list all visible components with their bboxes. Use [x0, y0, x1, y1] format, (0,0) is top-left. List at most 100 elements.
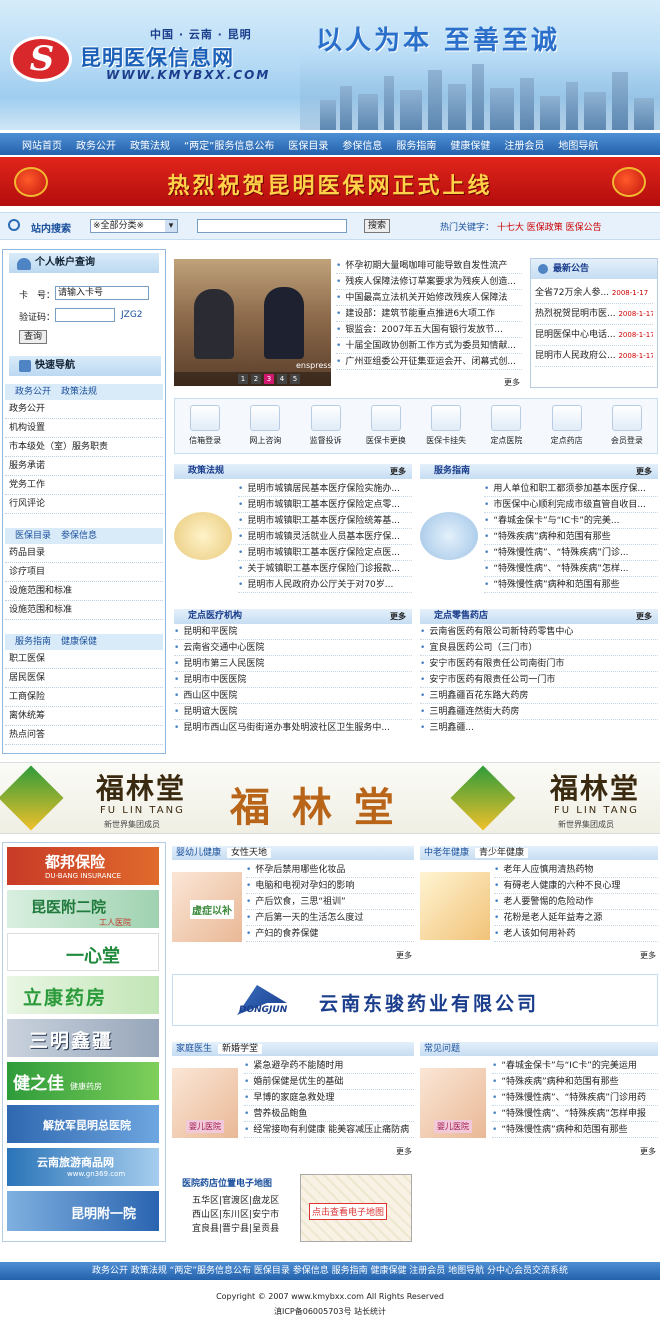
nav-map[interactable]: 地图导航 — [558, 137, 598, 152]
policy-item[interactable]: 昆明市城镇职工基本医疗保险定点医... — [238, 545, 412, 561]
pharmacy-item[interactable]: 云南省医药有限公司新特药零售中心 — [420, 624, 658, 640]
guide-item[interactable]: “特殊疾病”病种和范围有那些 — [484, 529, 658, 545]
footer-nav[interactable]: 政务公开 政策法规 “两定”服务信息公布 医保目录 参保信息 服务指南 健康保健… — [0, 1262, 660, 1280]
partner-ad[interactable]: 昆医附二院 工人医院 — [7, 890, 159, 928]
hot-keyword[interactable]: 医保政策 — [527, 223, 563, 233]
slide-dot[interactable]: 4 — [277, 374, 287, 384]
tab-guide[interactable]: 服务指南 — [15, 637, 51, 647]
service-card-lost[interactable]: 医保卡挂失 — [419, 405, 473, 446]
pharmacy-item[interactable]: 三明鑫疆百花东路大药房 — [420, 688, 658, 704]
family-item[interactable]: 经常接吻有利健康 能美容减压止痛防病 — [244, 1122, 414, 1138]
tab-infant[interactable]: 婴幼儿健康 — [176, 848, 221, 858]
news-item[interactable]: 十届全国政协创新工作方式为委员知情献... — [336, 338, 522, 354]
partner-ad[interactable]: 一心堂 — [7, 933, 159, 971]
nav-register[interactable]: 注册会员 — [504, 137, 544, 152]
news-item[interactable]: 中国最高立法机关开始修改残疾人保障法 — [336, 290, 522, 306]
news-slideshow[interactable]: enspress 1 2 3 4 5 — [174, 259, 332, 386]
slide-dot-active[interactable]: 3 — [264, 374, 274, 384]
sidebar-item[interactable]: 热点问答 — [5, 726, 163, 745]
icp-info[interactable]: 滇ICP备06005703号 站长统计 — [0, 1306, 660, 1317]
fulintang-ad[interactable]: 福林堂 FU LIN TANG 新世界集团成员 福 林 堂 福林堂 FU LIN… — [0, 762, 660, 834]
nav-gov[interactable]: 政务公开 — [76, 137, 116, 152]
tab-elder[interactable]: 中老年健康 — [424, 848, 469, 858]
nav-service-info[interactable]: “两定”服务信息公布 — [184, 137, 274, 152]
partner-ad[interactable]: 健之佳 健康药房 — [7, 1062, 159, 1100]
sidebar-item[interactable]: 服务承诺 — [5, 457, 163, 476]
hospital-item[interactable]: 昆明市西山区马街街道办事处明波社区卫生服务中... — [174, 720, 412, 735]
tab-catalog[interactable]: 医保目录 — [15, 531, 51, 541]
hospital-item[interactable]: 昆明谊大医院 — [174, 704, 412, 720]
notice-item[interactable]: 全省72万余人参... 2008-1-17 — [535, 283, 653, 304]
tab-youth[interactable]: 青少年健康 — [475, 848, 529, 858]
family-item[interactable]: 婚前保健是优生的基础 — [244, 1074, 414, 1090]
sidebar-item[interactable]: 工商保险 — [5, 688, 163, 707]
slide-dot[interactable]: 5 — [290, 374, 300, 384]
policy-item[interactable]: 昆明市城镇居民基本医疗保险实施办... — [238, 481, 412, 497]
district-row[interactable]: 宜良县|晋宁县|呈贡县 — [192, 1222, 279, 1236]
guide-item[interactable]: “春城金保卡”与“IC卡”的完美... — [484, 513, 658, 529]
sidebar-item[interactable]: 政务公开 — [5, 400, 163, 419]
policy-item[interactable]: 昆明市城镇职工基本医疗保险定点零... — [238, 497, 412, 513]
query-button[interactable]: 查询 — [19, 330, 47, 344]
service-hospital[interactable]: 定点医院 — [479, 405, 533, 446]
partner-ad[interactable]: 都邦保险 DU-BANG INSURANCE — [7, 847, 159, 885]
nav-guide[interactable]: 服务指南 — [396, 137, 436, 152]
district-row[interactable]: 西山区|东川区|安宁市 — [192, 1208, 279, 1222]
policy-item[interactable]: 昆明市城镇灵活就业人员基本医疗保... — [238, 529, 412, 545]
tab-faq[interactable]: 常见问题 — [424, 1044, 460, 1054]
hot-keyword[interactable]: 医保公告 — [566, 223, 602, 233]
nav-health[interactable]: 健康保健 — [450, 137, 490, 152]
women-item[interactable]: 电脑和电视对孕妇的影响 — [246, 878, 414, 894]
hospital-more-link[interactable]: 更多 — [390, 609, 406, 624]
guide-item[interactable]: 用人单位和职工都须参加基本医疗保... — [484, 481, 658, 497]
elder-item[interactable]: 老年人应慎用清热药物 — [494, 862, 658, 878]
news-item[interactable]: 建设部：建筑节能重点推进6大项工作 — [336, 306, 522, 322]
map-thumbnail[interactable]: 点击查看电子地图 — [300, 1174, 412, 1242]
slide-dot[interactable]: 1 — [238, 374, 248, 384]
district-row[interactable]: 五华区|官渡区|盘龙区 — [192, 1194, 279, 1208]
notice-item[interactable]: 热烈祝贺昆明市医... 2008-1-17 — [535, 304, 653, 325]
tab-insured[interactable]: 参保信息 — [61, 531, 97, 541]
news-item[interactable]: 银监会：2007年五大国有银行发放节... — [336, 322, 522, 338]
pharmacy-more-link[interactable]: 更多 — [636, 609, 652, 624]
guide-item[interactable]: “特殊慢性病”病种和范围有那些 — [484, 577, 658, 593]
tab-health[interactable]: 健康保健 — [61, 637, 97, 647]
guide-more-link[interactable]: 更多 — [636, 464, 652, 479]
women-item[interactable]: 产后饮食，三思“祖训” — [246, 894, 414, 910]
policy-item[interactable]: 关于城镇职工基本医疗保险门诊报款... — [238, 561, 412, 577]
search-button[interactable]: 搜索 — [364, 219, 390, 233]
service-pharmacy[interactable]: 定点药店 — [540, 405, 594, 446]
sidebar-item[interactable]: 设施范围和标准 — [5, 582, 163, 601]
faq-more-link[interactable]: 更多 — [640, 1146, 656, 1157]
dongjun-ad[interactable]: DONGJUN 云南东骏药业有限公司 — [172, 974, 658, 1026]
guide-item[interactable]: “特殊慢性病”、“特殊疾病”门诊... — [484, 545, 658, 561]
elder-item[interactable]: 老人要警惕的危险动作 — [494, 894, 658, 910]
slide-dot[interactable]: 2 — [251, 374, 261, 384]
sidebar-item[interactable]: 设施范围和标准 — [5, 601, 163, 620]
tab-family[interactable]: 家庭医生 — [176, 1044, 212, 1054]
service-complaint[interactable]: 监督投诉 — [299, 405, 353, 446]
partner-ad[interactable]: 云南旅游商品网 www.gn369.com — [7, 1148, 159, 1186]
sidebar-item[interactable]: 机构设置 — [5, 419, 163, 438]
women-item[interactable]: 产妇的食养保健 — [246, 926, 414, 942]
service-card-replace[interactable]: 医保卡更换 — [359, 405, 413, 446]
tab-newlywed[interactable]: 新婚学堂 — [218, 1044, 263, 1054]
category-select[interactable]: ※全部分类※ ▾ — [90, 219, 178, 233]
faq-item[interactable]: “特殊慢性病”病种和范围有那些 — [492, 1122, 658, 1138]
elder-item[interactable]: 有碍老人健康的六种不良心理 — [494, 878, 658, 894]
service-mail[interactable]: 信箱登录 — [178, 405, 232, 446]
service-consult[interactable]: 网上咨询 — [238, 405, 292, 446]
sidebar-item[interactable]: 党务工作 — [5, 476, 163, 495]
partner-ad[interactable]: 昆明附一院 — [7, 1191, 159, 1231]
nav-policy[interactable]: 政策法规 — [130, 137, 170, 152]
policy-item[interactable]: 昆明市城镇职工基本医疗保险统筹基... — [238, 513, 412, 529]
notice-item[interactable]: 昆明医保中心电话... 2008-1-17 — [535, 325, 653, 346]
faq-item[interactable]: “春城金保卡”与“IC卡”的完美运用 — [492, 1058, 658, 1074]
elder-more-link[interactable]: 更多 — [640, 950, 656, 961]
sidebar-item[interactable]: 药品目录 — [5, 544, 163, 563]
sidebar-item[interactable]: 市本级处（室）服务职责 — [5, 438, 163, 457]
code-input[interactable] — [55, 308, 115, 322]
sidebar-item[interactable]: 职工医保 — [5, 650, 163, 669]
women-more-link[interactable]: 更多 — [396, 950, 412, 961]
policy-more-link[interactable]: 更多 — [390, 464, 406, 479]
